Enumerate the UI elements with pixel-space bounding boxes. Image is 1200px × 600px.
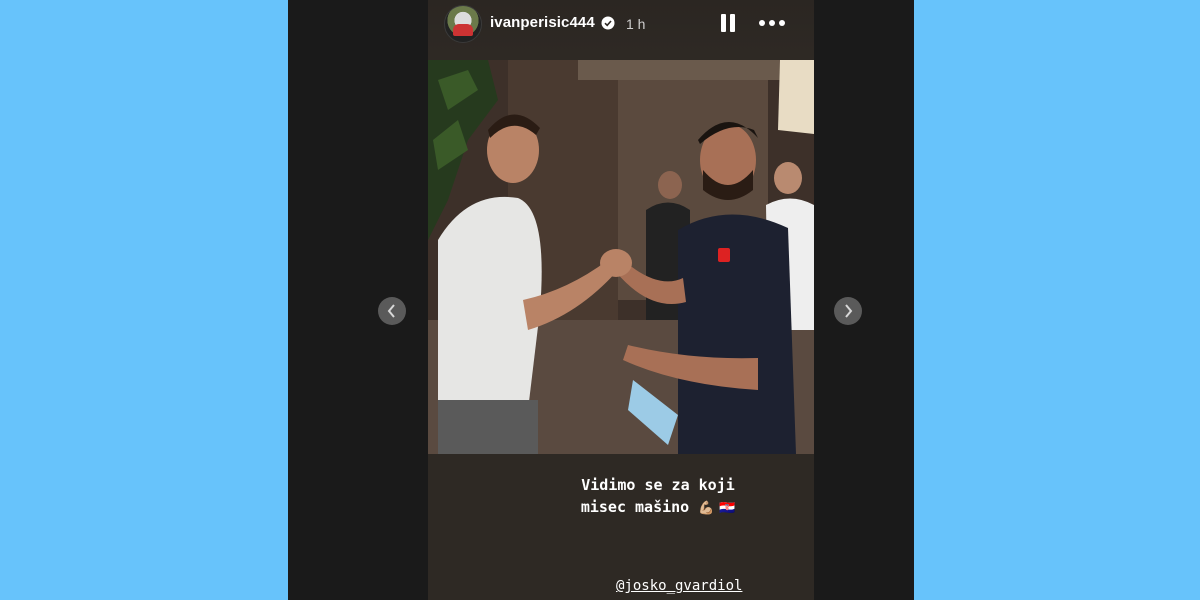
previous-story-button[interactable]: [378, 297, 406, 325]
chevron-right-icon: [845, 304, 853, 318]
pause-icon[interactable]: [720, 12, 736, 34]
mention-sticker[interactable]: @josko_gvardiol: [616, 578, 742, 594]
story-card[interactable]: ivanperisic444 1 h Vidimo se za koji mis…: [428, 0, 814, 600]
story-caption: Vidimo se za koji misec mašino 💪🏼 🇭🇷: [538, 474, 778, 520]
next-story-button[interactable]: [834, 297, 862, 325]
caption-emoji: 💪🏼 🇭🇷: [698, 501, 736, 516]
caption-line-2: misec mašino: [580, 498, 690, 516]
story-photo: [428, 60, 814, 454]
avatar[interactable]: [444, 5, 482, 43]
verified-icon: [601, 16, 615, 30]
post-time: 1 h: [626, 16, 646, 32]
more-icon[interactable]: [758, 18, 786, 28]
story-header: ivanperisic444 1 h: [428, 0, 814, 54]
chevron-left-icon: [387, 304, 395, 318]
username-link[interactable]: ivanperisic444: [490, 14, 595, 31]
caption-line-1: Vidimo se za koji: [581, 476, 735, 494]
